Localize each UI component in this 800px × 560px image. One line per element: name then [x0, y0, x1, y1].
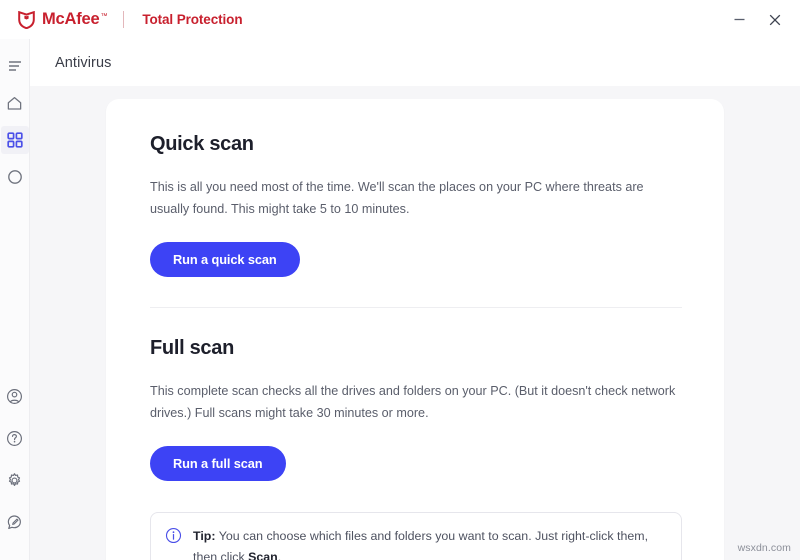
minimize-button[interactable]: [722, 5, 756, 35]
main-content: Antivirus Quick scan This is all you nee…: [30, 39, 800, 560]
run-full-scan-button[interactable]: Run a full scan: [150, 446, 286, 481]
mcafee-shield-icon: [18, 10, 35, 29]
account-icon: [7, 388, 22, 404]
info-circle-icon: [165, 527, 182, 549]
tip-text: Tip: You can choose which files and fold…: [193, 526, 665, 560]
brand-logo: McAfee™ Total Protection: [18, 10, 243, 29]
sidebar-item-home[interactable]: [1, 89, 29, 117]
window-body: Antivirus Quick scan This is all you nee…: [0, 39, 800, 560]
tip-banner: Tip: You can choose which files and fold…: [150, 512, 682, 560]
tip-sentence-part-2: .: [277, 550, 282, 560]
apps-grid-icon: [6, 132, 23, 148]
brand-name: McAfee™: [42, 10, 108, 29]
sidebar-item-account[interactable]: [1, 382, 29, 410]
watermark: wsxdn.com: [737, 542, 791, 554]
sidebar-item-feedback[interactable]: [1, 508, 29, 536]
home-icon: [7, 96, 22, 110]
scan-options-card: Quick scan This is all you need most of …: [106, 99, 724, 560]
quick-scan-section: Quick scan This is all you need most of …: [106, 133, 724, 308]
sidebar-item-settings[interactable]: [1, 466, 29, 494]
feedback-icon: [7, 514, 21, 529]
full-scan-title: Full scan: [150, 337, 234, 359]
brand-divider: [123, 11, 125, 28]
sidebar-item-menu[interactable]: [1, 52, 29, 80]
tip-label: Tip:: [193, 529, 216, 543]
product-name: Total Protection: [142, 11, 243, 27]
page-title: Antivirus: [55, 54, 112, 71]
page-header: Antivirus: [30, 39, 800, 86]
tip-bold-word: Scan: [248, 550, 278, 560]
sidebar-item-status[interactable]: [1, 163, 29, 191]
run-quick-scan-button[interactable]: Run a quick scan: [150, 242, 300, 277]
close-button[interactable]: [758, 5, 792, 35]
minimize-icon: [734, 18, 744, 21]
quick-scan-title: Quick scan: [150, 133, 254, 155]
settings-gear-icon: [8, 472, 21, 486]
page-body: Quick scan This is all you need most of …: [30, 86, 800, 560]
title-bar: McAfee™ Total Protection: [0, 0, 800, 39]
mcafee-total-protection-window: McAfee™ Total Protection Antivirus Quick…: [0, 0, 800, 560]
full-scan-description: This complete scan checks all the drives…: [150, 384, 676, 420]
window-controls: [722, 5, 792, 35]
full-scan-section: Full scan This complete scan checks all …: [106, 308, 724, 481]
brand-trademark: ™: [100, 12, 108, 20]
menu-icon: [8, 61, 21, 71]
close-icon: [769, 14, 781, 25]
sidebar-item-help[interactable]: [1, 424, 29, 452]
quick-scan-description: This is all you need most of the time. W…: [150, 180, 644, 216]
circle-icon: [7, 170, 22, 184]
help-icon: [7, 430, 22, 446]
sidebar-item-my-protection[interactable]: [0, 126, 29, 154]
left-sidebar: [0, 39, 30, 560]
